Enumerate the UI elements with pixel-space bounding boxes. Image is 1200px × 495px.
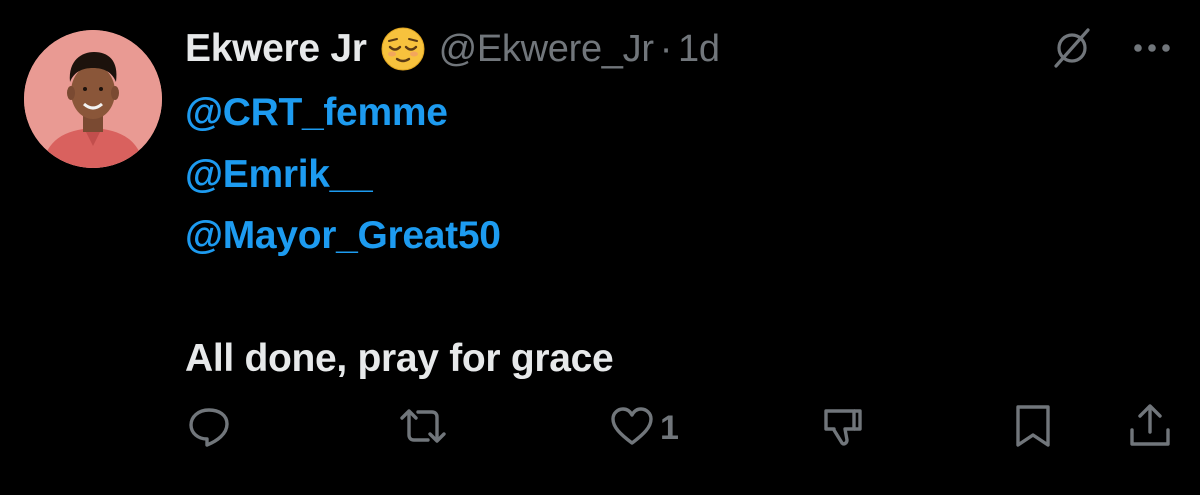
tweet-message: All done, pray for grace	[185, 337, 614, 380]
action-bar: 1	[0, 398, 1200, 458]
like-button[interactable]: 1	[608, 398, 679, 458]
mention-link[interactable]: @CRT_femme	[185, 82, 613, 144]
reply-icon	[185, 402, 233, 455]
repost-button[interactable]	[396, 398, 454, 458]
like-count: 1	[660, 408, 679, 447]
relieved-face-emoji-icon	[381, 27, 425, 71]
grok-icon[interactable]	[1050, 26, 1094, 70]
reply-button[interactable]	[185, 398, 233, 458]
more-options-icon[interactable]	[1132, 42, 1172, 54]
header-actions	[1050, 26, 1172, 70]
bookmark-icon	[1012, 402, 1054, 455]
line-break	[185, 267, 613, 329]
timestamp[interactable]: 1d	[678, 28, 720, 71]
tweet-header: Ekwere Jr @Ekwere_Jr · 1d	[185, 24, 720, 74]
share-button[interactable]	[1126, 398, 1174, 458]
tweet[interactable]: Ekwere Jr @Ekwere_Jr · 1d @CRT_femme @Em…	[0, 0, 1200, 495]
tweet-text: @CRT_femme @Emrik__ @Mayor_Great50 All d…	[185, 82, 614, 390]
thumbs-down-icon	[818, 402, 866, 455]
display-name[interactable]: Ekwere Jr	[185, 27, 367, 71]
dislike-button[interactable]	[818, 398, 866, 458]
bookmark-button[interactable]	[1012, 398, 1054, 458]
repost-icon	[396, 402, 450, 455]
share-icon	[1126, 402, 1174, 455]
user-handle[interactable]: @Ekwere_Jr	[439, 28, 654, 71]
mention-link[interactable]: @Emrik__	[185, 144, 613, 206]
heart-icon	[608, 402, 656, 455]
mention-link[interactable]: @Mayor_Great50	[185, 205, 613, 267]
avatar[interactable]	[24, 30, 162, 168]
separator-dot: ·	[659, 27, 673, 70]
